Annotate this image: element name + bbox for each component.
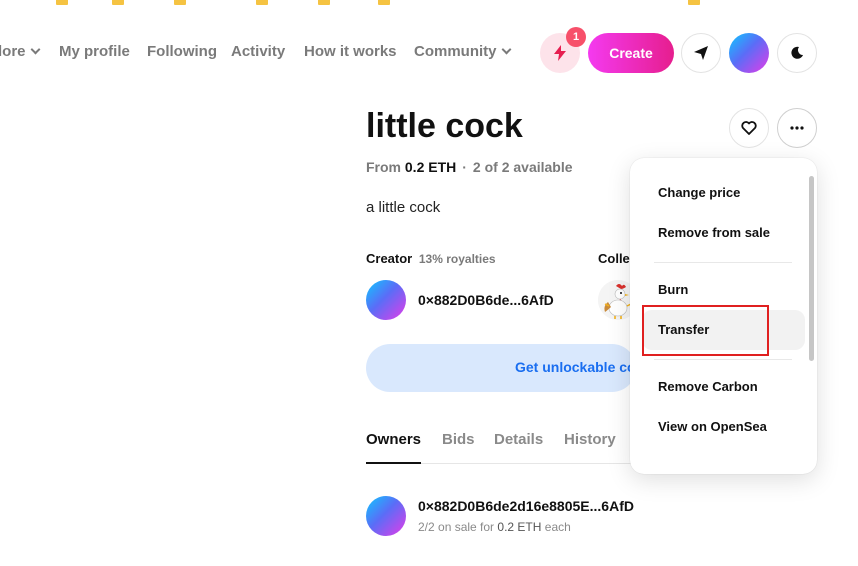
tab-owners[interactable]: Owners xyxy=(366,431,421,448)
heart-icon xyxy=(741,121,757,135)
collection-label: Colle xyxy=(598,251,630,266)
tab-bids[interactable]: Bids xyxy=(442,431,475,448)
sale-suffix: each xyxy=(544,520,571,534)
nav-community-label: Community xyxy=(414,43,497,60)
nav-how-it-works[interactable]: How it works xyxy=(304,43,397,60)
like-button[interactable] xyxy=(729,108,769,148)
owner-sale-info: 2/2 on sale for 0.2 ETH each xyxy=(418,520,634,534)
tab-bar: Owners Bids Details History xyxy=(366,430,636,464)
paper-plane-icon xyxy=(694,46,708,60)
nav-my-profile[interactable]: My profile xyxy=(59,43,130,60)
nav-following[interactable]: Following xyxy=(147,43,217,60)
bookmark-folder-icon[interactable] xyxy=(688,0,704,6)
bookmark-folder-icon[interactable] xyxy=(378,0,394,6)
creator-row[interactable]: 0×882D0B6de...6AfD xyxy=(366,280,554,320)
bookmarks-bar xyxy=(0,0,858,8)
separator-dot: · xyxy=(462,159,467,175)
creator-address[interactable]: 0×882D0B6de...6AfD xyxy=(418,292,554,308)
owner-info: 0×882D0B6de2d16e8805E...6AfD 2/2 on sale… xyxy=(418,498,634,536)
nav-explore[interactable]: lore xyxy=(0,43,40,60)
menu-scrollbar[interactable] xyxy=(809,176,814,361)
create-button[interactable]: Create xyxy=(588,33,674,73)
menu-item-view-on-opensea[interactable]: View on OpenSea xyxy=(642,407,805,447)
get-unlockable-content-button[interactable]: Get unlockable co xyxy=(366,344,636,392)
creator-label-text: Creator xyxy=(366,251,413,266)
availability: 2 of 2 available xyxy=(472,159,573,175)
bookmark-folder-icon[interactable] xyxy=(318,0,334,6)
chevron-down-icon xyxy=(30,44,40,55)
creator-avatar[interactable] xyxy=(366,280,406,320)
bookmark-folder-icon[interactable] xyxy=(56,0,72,6)
menu-item-change-price[interactable]: Change price xyxy=(642,173,805,213)
nav-explore-label: lore xyxy=(0,43,26,60)
notifications-button[interactable]: 1 xyxy=(540,27,586,73)
menu-item-burn[interactable]: Burn xyxy=(642,270,805,310)
bookmark-folder-icon[interactable] xyxy=(112,0,128,6)
ellipsis-icon xyxy=(790,126,804,130)
notification-count-badge: 1 xyxy=(566,27,586,47)
menu-item-remove-carbon[interactable]: Remove Carbon xyxy=(642,367,805,407)
menu-divider xyxy=(654,262,792,263)
item-description: a little cock xyxy=(366,199,441,216)
bookmark-folder-icon[interactable] xyxy=(256,0,272,6)
unlock-label: Get unlockable co xyxy=(515,359,636,375)
tab-details[interactable]: Details xyxy=(494,431,543,448)
sale-price: 0.2 ETH xyxy=(497,520,542,534)
menu-divider xyxy=(654,359,792,360)
creator-label: Creator 13% royalties xyxy=(366,251,496,266)
user-avatar[interactable] xyxy=(729,33,769,73)
send-button[interactable] xyxy=(681,33,721,73)
dark-mode-toggle[interactable] xyxy=(777,33,817,73)
price-prefix: From xyxy=(366,159,401,175)
item-price: 0.2 ETH xyxy=(404,159,457,175)
owner-address[interactable]: 0×882D0B6de2d16e8805E...6AfD xyxy=(418,498,634,514)
nav-activity[interactable]: Activity xyxy=(231,43,285,60)
royalties-text: 13% royalties xyxy=(418,252,496,266)
nav-community[interactable]: Community xyxy=(414,43,511,60)
bookmark-folder-icon[interactable] xyxy=(174,0,190,6)
menu-item-remove-from-sale[interactable]: Remove from sale xyxy=(642,213,805,253)
price-line: From 0.2 ETH · 2 of 2 available xyxy=(366,159,573,175)
moon-icon xyxy=(791,46,803,59)
owner-row[interactable]: 0×882D0B6de2d16e8805E...6AfD 2/2 on sale… xyxy=(366,496,634,536)
item-title: little cock xyxy=(366,107,523,145)
chevron-down-icon xyxy=(501,44,511,55)
more-options-button[interactable] xyxy=(777,108,817,148)
active-tab-underline xyxy=(366,462,421,464)
lightning-icon xyxy=(554,45,566,61)
owner-avatar[interactable] xyxy=(366,496,406,536)
sale-prefix: 2/2 on sale for xyxy=(418,520,495,534)
tab-history[interactable]: History xyxy=(564,431,616,448)
transfer-highlight-box xyxy=(642,305,769,356)
